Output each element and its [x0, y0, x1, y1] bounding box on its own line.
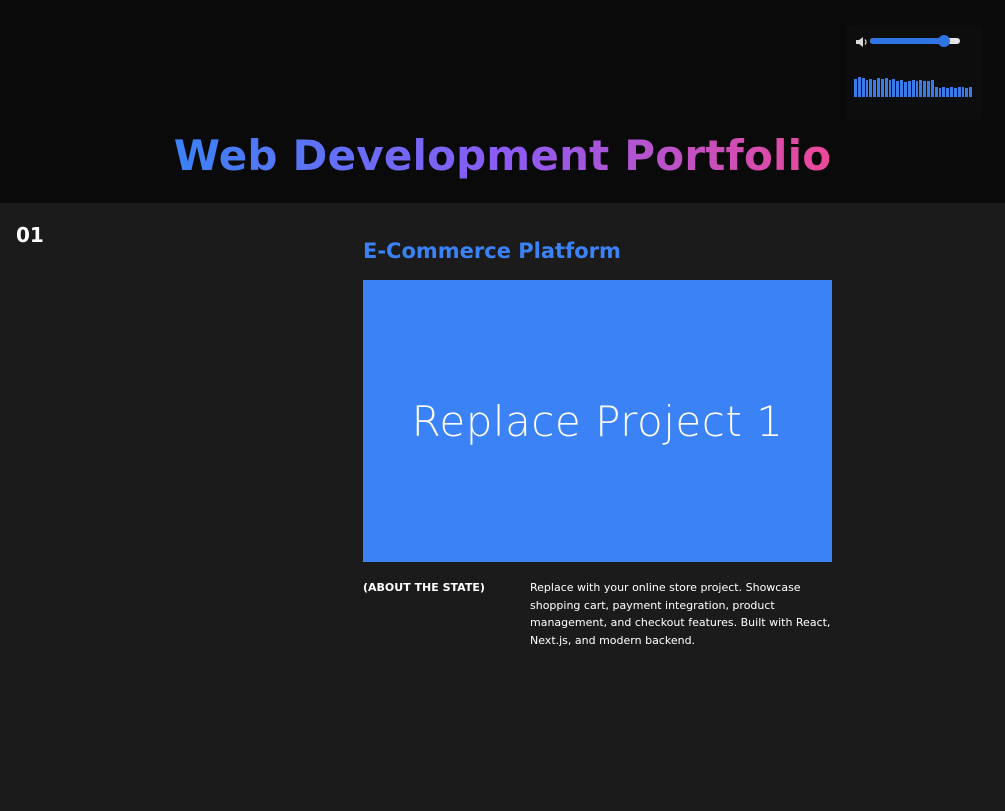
visualizer-bar: [934, 87, 938, 97]
visualizer-bar: [869, 79, 873, 97]
visualizer-bar: [950, 87, 953, 97]
visualizer-bar: [884, 78, 888, 97]
project-description: Replace with your online store project. …: [530, 581, 831, 647]
page-header: Web Development Portfolio: [0, 0, 1005, 203]
project-image-placeholder-text: Replace Project 1: [411, 396, 784, 446]
visualizer-bar: [961, 87, 965, 97]
visualizer-bar: [892, 79, 896, 97]
visualizer-bar: [907, 81, 911, 97]
visualizer-bar: [880, 79, 884, 97]
visualizer-bar: [957, 87, 961, 97]
visualizer-bar: [896, 81, 900, 97]
page-title-text: Web Development Portfolio: [173, 131, 832, 180]
visualizer-bar: [953, 88, 957, 97]
volume-slider-thumb[interactable]: [937, 35, 950, 47]
project-section: 01 E-Commerce Platform Replace Project 1…: [0, 203, 1005, 811]
volume-slider-fill: [870, 38, 944, 44]
visualizer-bar: [938, 88, 942, 97]
project-number: 01: [16, 223, 44, 247]
about-label: (ABOUT THE STATE): [363, 581, 485, 594]
speaker-icon[interactable]: [855, 36, 869, 48]
visualizer-bar: [946, 88, 950, 97]
visualizer-bar: [888, 80, 892, 97]
project-image: Replace Project 1: [363, 280, 832, 562]
visualizer-bar: [923, 81, 927, 97]
audio-player: [845, 25, 983, 120]
visualizer-bar: [965, 88, 969, 97]
visualizer-bar: [861, 78, 865, 97]
visualizer-bar: [857, 77, 861, 97]
project-title: E-Commerce Platform: [363, 239, 621, 263]
visualizer-bar: [942, 87, 946, 97]
visualizer-bar: [900, 80, 903, 97]
visualizer-bar: [911, 80, 915, 97]
visualizer-bar: [919, 80, 923, 97]
page-title: Web Development Portfolio: [0, 128, 1005, 184]
visualizer-bar: [873, 80, 877, 97]
visualizer-bar: [969, 87, 973, 97]
visualizer-bar: [865, 80, 869, 97]
visualizer-bar: [930, 80, 934, 97]
visualizer-bar: [854, 79, 857, 97]
visualizer-bar: [903, 82, 907, 97]
visualizer-bar: [877, 78, 880, 97]
visualizer-bar: [927, 81, 930, 97]
audio-visualizer: [854, 77, 973, 97]
visualizer-bar: [915, 81, 919, 97]
volume-slider[interactable]: [870, 35, 960, 47]
